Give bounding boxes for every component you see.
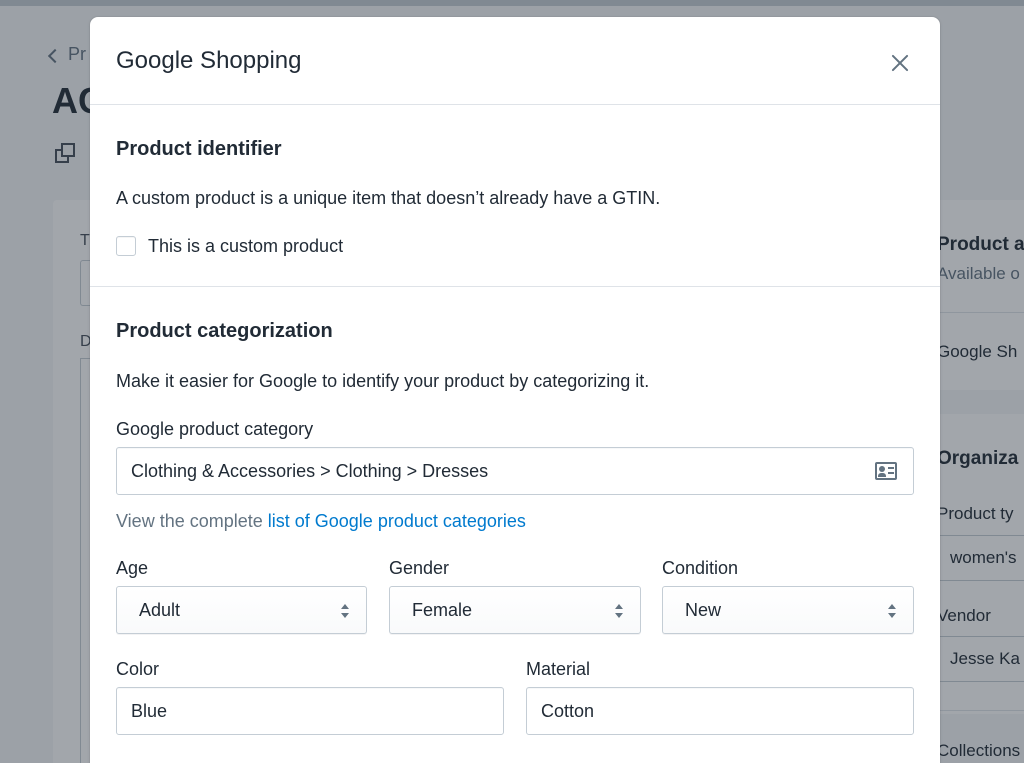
select-arrows-icon	[887, 603, 897, 619]
age-select[interactable]: Adult	[116, 586, 367, 634]
product-identifier-section: Product identifier A custom product is a…	[90, 105, 940, 287]
gender-label: Gender	[389, 558, 450, 578]
google-product-category-label: Google product category	[116, 419, 314, 439]
condition-label: Condition	[662, 558, 739, 578]
select-arrows-icon	[340, 603, 350, 619]
section-description: Make it easier for Google to identify yo…	[116, 371, 650, 391]
modal-header: Google Shopping	[90, 17, 940, 105]
google-shopping-modal: Google Shopping Product identifier A cus…	[90, 17, 940, 763]
section-heading: Product categorization	[116, 320, 333, 342]
select-arrows-icon	[614, 603, 624, 619]
section-description: A custom product is a unique item that d…	[116, 188, 661, 208]
google-categories-link[interactable]: list of Google product categories	[268, 511, 526, 531]
close-icon[interactable]	[886, 49, 914, 77]
age-label: Age	[116, 558, 149, 578]
section-heading: Product identifier	[116, 138, 282, 160]
color-input[interactable]: Blue	[116, 687, 504, 735]
google-product-category-input[interactable]: Clothing & Accessories > Clothing > Dres…	[116, 447, 914, 495]
custom-product-checkbox[interactable]	[116, 236, 136, 256]
color-label: Color	[116, 659, 160, 679]
custom-product-checkbox-label[interactable]: This is a custom product	[148, 236, 343, 257]
gender-select[interactable]: Female	[389, 586, 641, 634]
material-input[interactable]: Cotton	[526, 687, 914, 735]
condition-select[interactable]: New	[662, 586, 914, 634]
browse-categories-icon[interactable]	[875, 462, 897, 480]
material-label: Material	[526, 659, 591, 679]
category-helper-text: View the complete list of Google product…	[116, 511, 526, 531]
modal-title: Google Shopping	[116, 47, 302, 74]
